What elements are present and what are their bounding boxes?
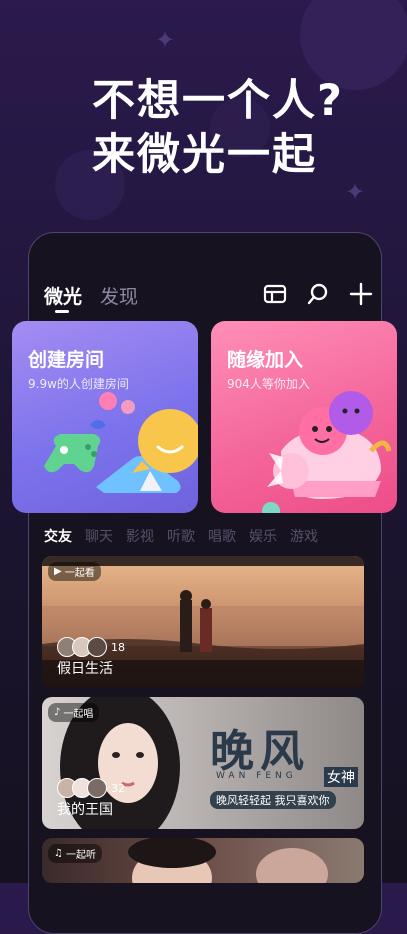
room-card[interactable]: ▶ 一起看 18 假日生活	[42, 556, 364, 688]
headphones-icon: ♫	[54, 848, 63, 859]
participant-avatars: 18	[57, 637, 125, 657]
avatar	[87, 637, 107, 657]
room-card[interactable]: ♪ 一起唱 晚风 WAN FENG 女神 晚风轻轻起 我只喜欢你 32 我的王国	[42, 697, 364, 829]
search-icon[interactable]	[305, 281, 331, 307]
top-tabs: 微光 发现	[44, 282, 138, 309]
room-type-tag: ▶ 一起看	[48, 562, 101, 581]
category-tab-chat[interactable]: 聊天	[85, 526, 113, 546]
room-name: 假日生活	[57, 661, 113, 677]
create-room-card[interactable]: 创建房间 9.9w的人创建房间	[12, 321, 198, 513]
category-tab-games[interactable]: 游戏	[290, 526, 318, 546]
category-tab-listen[interactable]: 听歌	[167, 526, 195, 546]
headline: 不想一个人? 来微光一起	[92, 74, 344, 182]
random-join-card[interactable]: 随缘加入 904人等你加入	[211, 321, 397, 513]
game-chat-illustration	[44, 392, 198, 493]
sparkle-icon: ✦	[345, 178, 366, 206]
poster-caption: 晚风轻轻起 我只喜欢你	[210, 791, 336, 809]
participant-count: 18	[111, 640, 125, 654]
top-actions	[262, 281, 374, 307]
room-type-tag: ♫ 一起听	[48, 844, 102, 863]
plus-icon[interactable]	[348, 281, 374, 307]
poster-badge: 女神	[324, 767, 358, 787]
category-tab-movies[interactable]: 影视	[126, 526, 154, 546]
tab-weiguang[interactable]: 微光	[44, 282, 82, 309]
active-tab-indicator	[55, 310, 69, 313]
poster-pinyin: WAN FENG	[216, 771, 297, 781]
tab-discover[interactable]: 发现	[100, 282, 138, 309]
category-tabs: 交友 聊天 影视 听歌 唱歌 娱乐 游戏	[44, 526, 318, 546]
room-card[interactable]: ♫ 一起听	[42, 838, 364, 883]
room-type-tag: ♪ 一起唱	[48, 703, 100, 722]
sparkle-icon: ✦	[155, 26, 176, 54]
store-icon[interactable]	[262, 281, 288, 307]
participant-avatars: 32	[57, 778, 125, 798]
room-name: 我的王国	[57, 802, 113, 818]
poster-title: 晚风	[210, 726, 310, 777]
airplane-illustration	[262, 391, 392, 513]
category-tab-friends[interactable]: 交友	[44, 526, 72, 546]
music-note-icon: ♪	[54, 707, 61, 718]
participant-count: 32	[111, 781, 125, 795]
category-tab-sing[interactable]: 唱歌	[208, 526, 236, 546]
avatar	[87, 778, 107, 798]
category-tab-entertainment[interactable]: 娱乐	[249, 526, 277, 546]
headline-line-1: 不想一个人?	[92, 76, 344, 126]
headline-line-2: 来微光一起	[92, 130, 317, 180]
video-play-icon: ▶	[54, 566, 62, 577]
